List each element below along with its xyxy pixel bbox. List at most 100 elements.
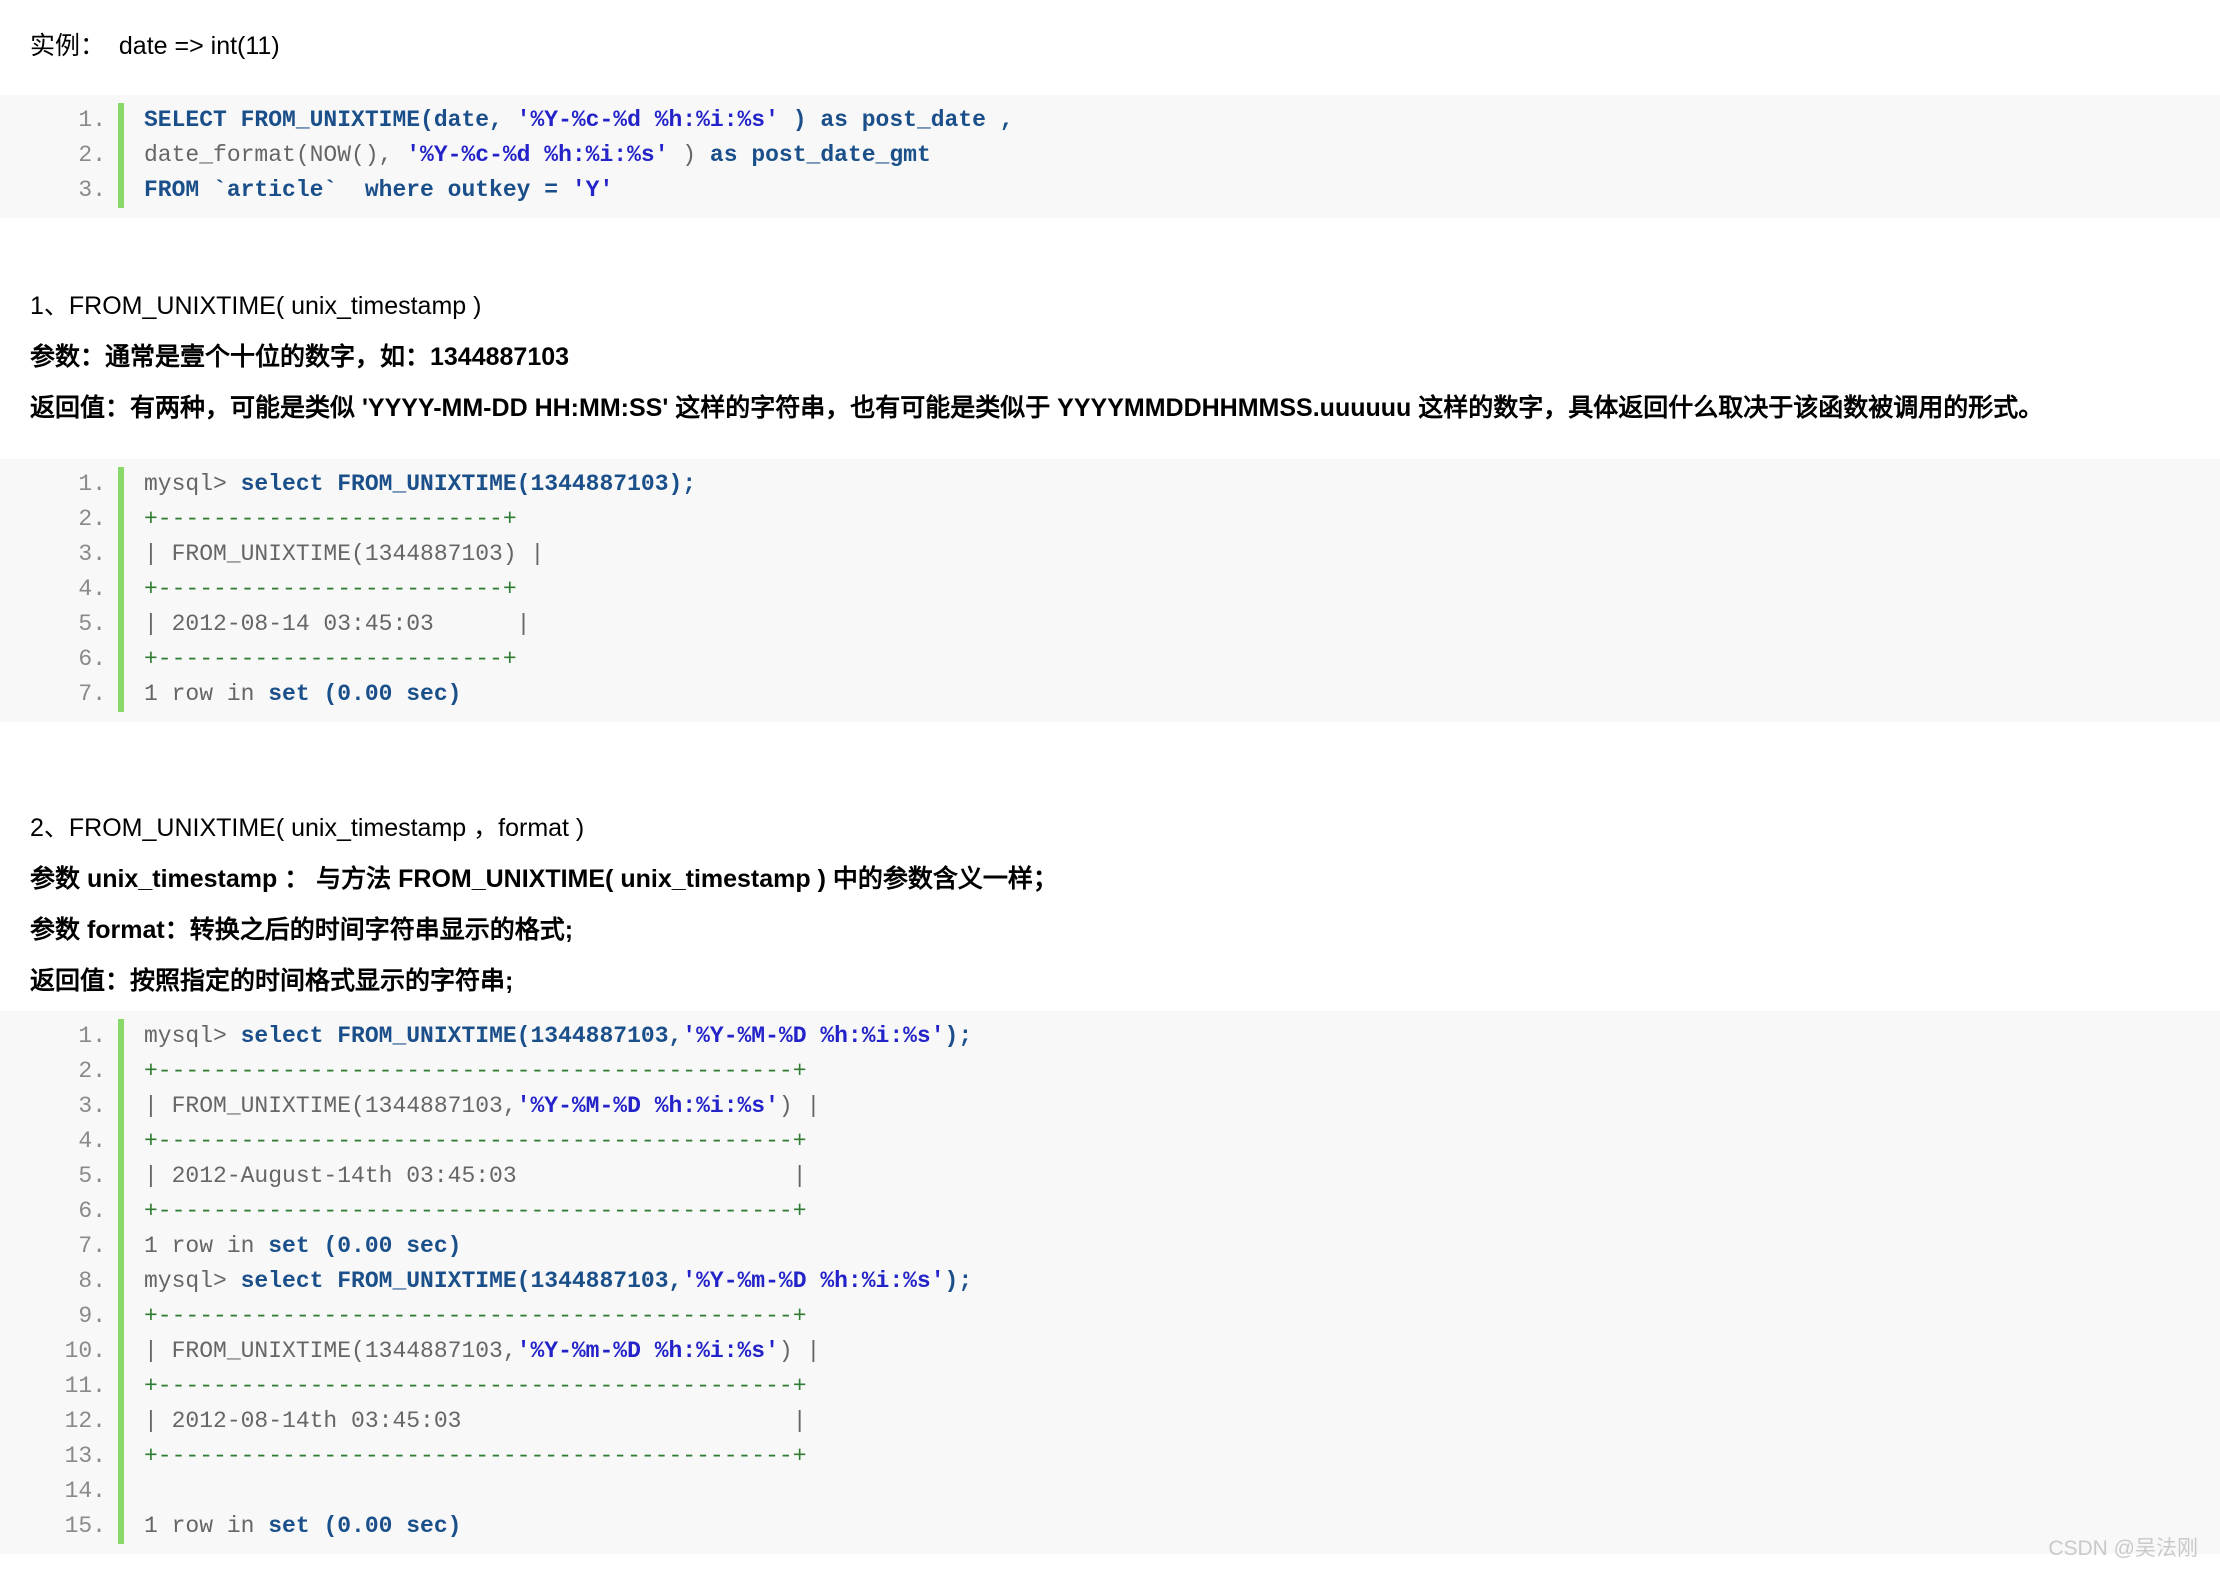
code-line-number: 5. (78, 611, 106, 637)
code-token-sep: +-------------------------+ (144, 576, 517, 602)
csdn-watermark: CSDN @吴法刚 (2048, 1537, 2198, 1560)
code-line-text[interactable]: +---------------------------------------… (124, 1054, 807, 1089)
code-line-number: 9. (78, 1303, 106, 1329)
code-token-plain: | 2012-08-14th 03:45:03 | (144, 1408, 807, 1434)
code-token-kw: set (0.00 sec) (268, 1513, 462, 1539)
code-token-plain: mysql> (144, 471, 241, 497)
code-token-kw: select FROM_UNIXTIME(1344887103, (240, 1268, 683, 1294)
code-line-text[interactable]: | FROM_UNIXTIME(1344887103,'%Y-%m-%D %h:… (124, 1334, 820, 1369)
code-line-number: 3. (78, 1093, 106, 1119)
code-line-text[interactable]: | 2012-08-14 03:45:03 | (124, 607, 530, 642)
code-token-sep: +---------------------------------------… (144, 1443, 807, 1469)
code-line-number: 1. (78, 107, 106, 133)
section-from-unixtime-2: 2、FROM_UNIXTIME( unix_timestamp ，format … (30, 812, 2190, 997)
code-line-text[interactable]: mysql> select FROM_UNIXTIME(1344887103,'… (124, 1019, 972, 1054)
code-line-number: 7. (78, 681, 106, 707)
code-token-plain: 1 row in (144, 1233, 269, 1259)
code-line-text[interactable]: SELECT FROM_UNIXTIME(date, '%Y-%c-%d %h:… (124, 103, 1014, 138)
code-token-sep: +-------------------------+ (144, 506, 517, 532)
code-token-plain: ) (668, 142, 710, 168)
code-token-plain: | FROM_UNIXTIME(1344887103, (144, 1093, 517, 1119)
code-token-str: '%Y-%m-%D %h:%i:%s' (516, 1338, 779, 1364)
code-line-text[interactable]: +-------------------------+ (124, 642, 517, 677)
code-line-number: 3. (78, 177, 106, 203)
code-token-kw: ) as post_date , (778, 107, 1014, 133)
code-token-kw: select FROM_UNIXTIME(1344887103, (240, 1023, 683, 1049)
code-line-text[interactable]: mysql> select FROM_UNIXTIME(1344887103,'… (124, 1264, 972, 1299)
section-2-heading: 2、FROM_UNIXTIME( unix_timestamp ，format … (30, 814, 585, 842)
code-line: 9. +-------------------------------------… (0, 1299, 2220, 1334)
code-token-plain: | FROM_UNIXTIME(1344887103, (144, 1338, 517, 1364)
code-line-number: 1. (78, 1023, 106, 1049)
code-line-text[interactable]: +---------------------------------------… (124, 1124, 807, 1159)
code-token-sep: +---------------------------------------… (144, 1198, 807, 1224)
code-line-text[interactable]: 1 row in set (0.00 sec) (124, 1509, 461, 1544)
code-line-text[interactable]: +---------------------------------------… (124, 1194, 807, 1229)
code-line-text[interactable]: | FROM_UNIXTIME(1344887103,'%Y-%M-%D %h:… (124, 1089, 820, 1124)
code-gutter-bar (118, 1474, 124, 1509)
code-token-plain: 1 row in (144, 1513, 269, 1539)
code-line-text[interactable]: +-------------------------+ (124, 502, 517, 537)
code-line-number: 2. (78, 506, 106, 532)
code-token-sep: +-------------------------+ (144, 646, 517, 672)
code-line-text[interactable]: +---------------------------------------… (124, 1439, 807, 1474)
section-2-returns: 返回值：按照指定的时间格式显示的字符串; (30, 967, 514, 995)
code-line-number: 6. (78, 1198, 106, 1224)
code-line-text[interactable]: | 2012-08-14th 03:45:03 | (124, 1404, 807, 1439)
code-token-kw: ); (944, 1268, 973, 1294)
code-line-text[interactable]: +---------------------------------------… (124, 1369, 807, 1404)
code-line: 2. +-------------------------+ (0, 502, 2220, 537)
code-line: 3. FROM `article` where outkey = 'Y' (0, 173, 2220, 208)
code-token-sep: +---------------------------------------… (144, 1058, 807, 1084)
code-token-kw: ); (944, 1023, 973, 1049)
code-token-kw: FROM `article` where outkey = (144, 177, 572, 203)
code-line: 6. +-------------------------+ (0, 642, 2220, 677)
code-token-plain: date_format(NOW(), (144, 142, 407, 168)
code-line-text[interactable]: | FROM_UNIXTIME(1344887103) | (124, 537, 544, 572)
code-line: 6. +-------------------------------------… (0, 1194, 2220, 1229)
code-line: 3. | FROM_UNIXTIME(1344887103,'%Y-%M-%D %… (0, 1089, 2220, 1124)
code-block-sql-select: 1. SELECT FROM_UNIXTIME(date, '%Y-%c-%d %… (0, 95, 2220, 218)
code-line-text[interactable]: 1 row in set (0.00 sec) (124, 677, 461, 712)
code-token-str: '%Y-%c-%d %h:%i:%s' (516, 107, 779, 133)
code-token-plain: mysql> (144, 1268, 241, 1294)
code-line-number: 4. (78, 576, 106, 602)
code-line-number: 1. (78, 471, 106, 497)
code-token-plain: | 2012-08-14 03:45:03 | (144, 611, 531, 637)
code-line: 1. mysql> select FROM_UNIXTIME(1344887103… (0, 1019, 2220, 1054)
code-token-str: '%Y-%M-%D %h:%i:%s' (682, 1023, 945, 1049)
section-1-heading: 1、FROM_UNIXTIME( unix_timestamp ) (30, 292, 482, 320)
code-token-kw: as post_date_gmt (709, 142, 931, 168)
code-token-sep: +---------------------------------------… (144, 1373, 807, 1399)
code-line-number: 12. (64, 1408, 106, 1434)
code-line-number: 13. (64, 1443, 106, 1469)
code-line-number: 7. (78, 1233, 106, 1259)
code-line-text[interactable]: FROM `article` where outkey = 'Y' (124, 173, 613, 208)
code-line-number: 2. (78, 142, 106, 168)
code-line: 1. SELECT FROM_UNIXTIME(date, '%Y-%c-%d %… (0, 103, 2220, 138)
code-line: 14. (0, 1474, 2220, 1509)
code-line-number: 6. (78, 646, 106, 672)
code-token-plain: ) | (778, 1093, 821, 1119)
code-line: 7. 1 row in set (0.00 sec) (0, 1229, 2220, 1264)
code-token-kw: select FROM_UNIXTIME(1344887103); (240, 471, 697, 497)
code-line-text[interactable]: +-------------------------+ (124, 572, 517, 607)
code-line-text[interactable]: date_format(NOW(), '%Y-%c-%d %h:%i:%s' )… (124, 138, 931, 173)
code-line-number: 2. (78, 1058, 106, 1084)
code-line: 3. | FROM_UNIXTIME(1344887103) | (0, 537, 2220, 572)
code-line-text[interactable]: | 2012-August-14th 03:45:03 | (124, 1159, 807, 1194)
code-line-number: 8. (78, 1268, 106, 1294)
section-2-param-format: 参数 format：转换之后的时间字符串显示的格式; (30, 916, 574, 944)
code-line: 5. | 2012-August-14th 03:45:03 | (0, 1159, 2220, 1194)
code-token-sep: +---------------------------------------… (144, 1303, 807, 1329)
code-line-text[interactable]: +---------------------------------------… (124, 1299, 807, 1334)
code-line-number: 4. (78, 1128, 106, 1154)
code-token-plain: mysql> (144, 1023, 241, 1049)
code-line: 7. 1 row in set (0.00 sec) (0, 677, 2220, 712)
code-token-str: 'Y' (571, 177, 614, 203)
code-line-text[interactable]: mysql> select FROM_UNIXTIME(1344887103); (124, 467, 696, 502)
code-token-kw: set (0.00 sec) (268, 681, 462, 707)
code-token-plain: ) | (778, 1338, 821, 1364)
code-line-text[interactable]: 1 row in set (0.00 sec) (124, 1229, 461, 1264)
code-token-kw: set (0.00 sec) (268, 1233, 462, 1259)
